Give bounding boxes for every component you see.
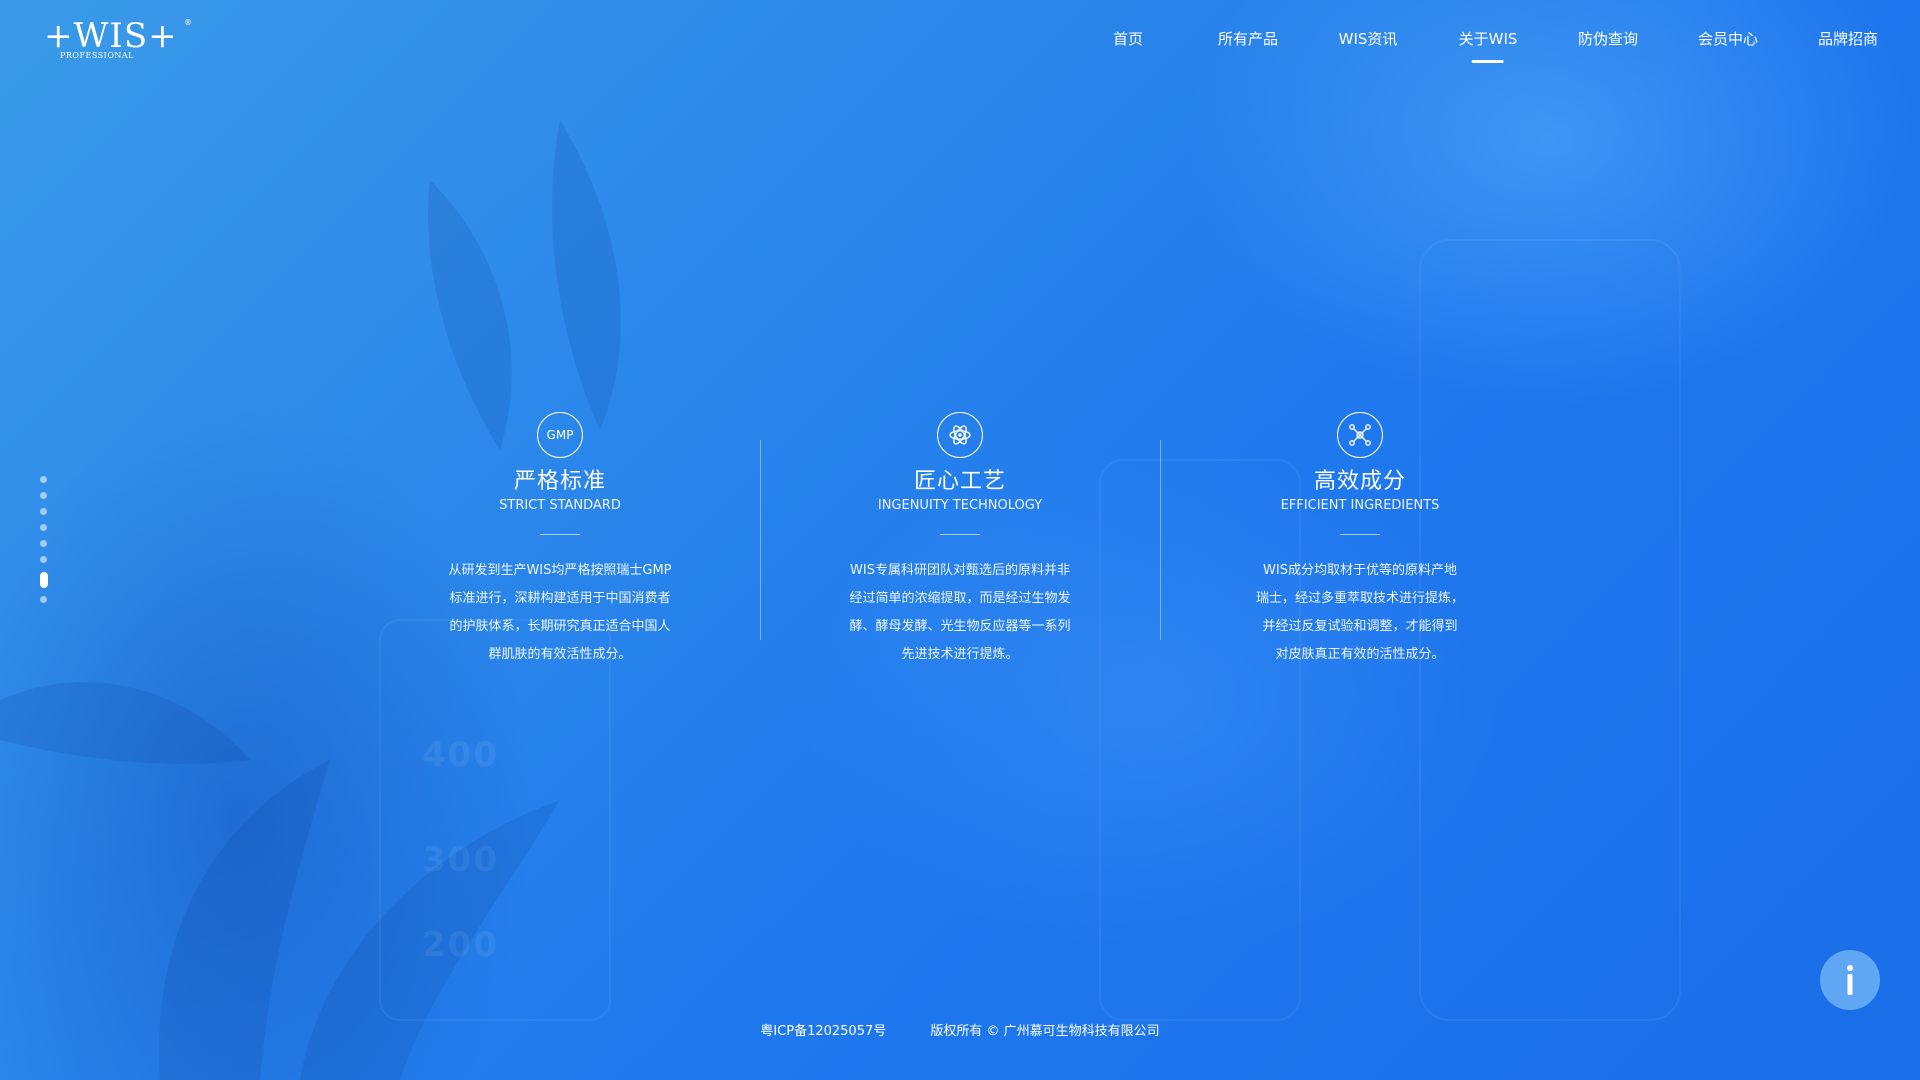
feature-description: 从研发到生产WIS均严格按照瑞士GMP 标准进行，深耕构建适用于中国消费者 的护…	[435, 557, 685, 669]
feature-subtitle: INGENUITY TECHNOLOGY	[877, 498, 1043, 513]
feature-description-line: 标准进行，深耕构建适用于中国消费者	[449, 591, 671, 606]
feature-description-line: WIS专属科研团队对甄选后的原料并非	[850, 563, 1070, 578]
feature-description-line: 从研发到生产WIS均严格按照瑞士GMP	[448, 563, 672, 578]
atom-icon	[937, 412, 983, 458]
feature-description-line: 瑞士，经过多重萃取技术进行提炼，	[1255, 591, 1464, 606]
feature-description-line: 酵、酵母发酵、光生物反应器等一系列	[849, 619, 1071, 634]
feature-description-line: WIS成分均取材于优等的原料产地	[1263, 563, 1457, 578]
gmp-icon: GMP	[537, 412, 583, 458]
feature-title: 匠心工艺	[913, 469, 1006, 494]
feature-description-line: 的护肤体系，长期研究真正适合中国人	[449, 619, 671, 634]
feature-subtitle: EFFICIENT INGREDIENTS	[1280, 498, 1440, 513]
feature-divider	[940, 534, 980, 535]
feature-title: 高效成分	[1313, 469, 1406, 494]
feature-section: GMP 严格标准 STRICT STANDARD 从研发到生产WIS均严格按照瑞…	[0, 0, 1920, 1080]
feature-description-line: 并经过反复试验和调整，才能得到	[1262, 619, 1458, 634]
feature-efficient-ingredients: 高效成分 EFFICIENT INGREDIENTS WIS成分均取材于优等的原…	[1200, 412, 1520, 669]
feature-description-line: 经过简单的浓缩提取，而是经过生物发	[849, 591, 1071, 606]
feature-description-line: 对皮肤真正有效的活性成分。	[1275, 647, 1445, 662]
column-divider	[1160, 440, 1161, 640]
feature-divider	[540, 534, 580, 535]
page: 400 300 200 +WIS+ PROFESSIONAL ® 首页 所有产品…	[0, 0, 1920, 1080]
feature-description: WIS专属科研团队对甄选后的原料并非 经过简单的浓缩提取，而是经过生物发 酵、酵…	[835, 557, 1085, 669]
feature-divider	[1340, 534, 1380, 535]
feature-subtitle: STRICT STANDARD	[499, 498, 621, 513]
molecule-icon	[1337, 412, 1383, 458]
feature-description-line: 群肌肤的有效活性成分。	[488, 647, 632, 662]
gmp-icon-text: GMP	[546, 428, 574, 442]
feature-strict-standard: GMP 严格标准 STRICT STANDARD 从研发到生产WIS均严格按照瑞…	[400, 412, 720, 669]
copyright-text: 版权所有 © 广州慕可生物科技有限公司	[930, 1024, 1160, 1039]
icp-record-link[interactable]: 粤ICP备12025057号	[760, 1020, 886, 1039]
info-button[interactable]	[1820, 950, 1880, 1010]
feature-ingenuity-technology: 匠心工艺 INGENUITY TECHNOLOGY WIS专属科研团队对甄选后的…	[800, 412, 1120, 669]
feature-title: 严格标准	[513, 469, 606, 494]
feature-description-line: 先进技术进行提炼。	[901, 647, 1019, 662]
column-divider	[760, 440, 761, 640]
footer: 粤ICP备12025057号 版权所有 © 广州慕可生物科技有限公司	[0, 1020, 1920, 1039]
feature-description: WIS成分均取材于优等的原料产地 瑞士，经过多重萃取技术进行提炼， 并经过反复试…	[1235, 557, 1485, 669]
info-icon	[1847, 965, 1853, 995]
